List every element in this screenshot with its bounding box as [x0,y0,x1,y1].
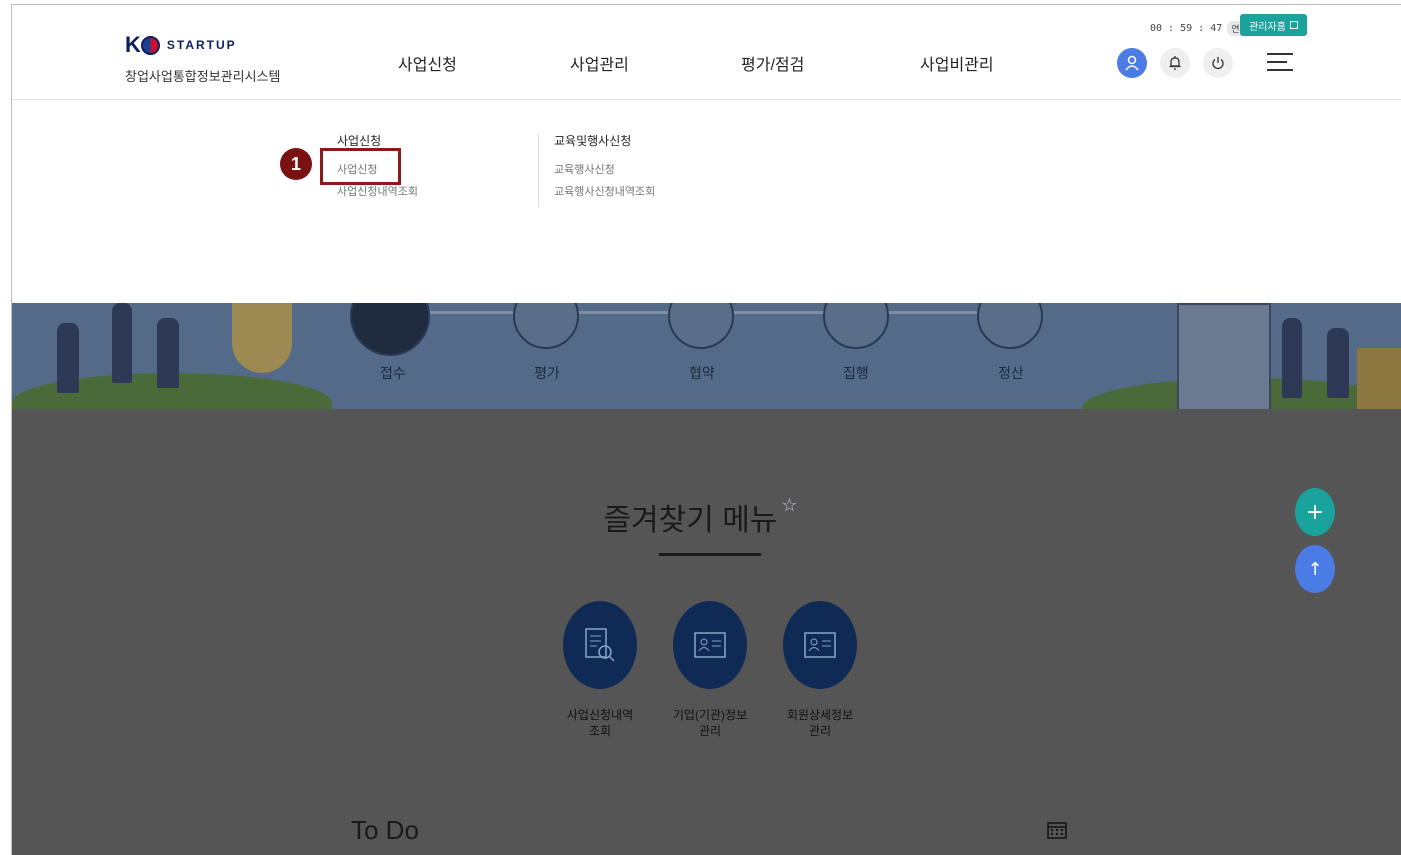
step-label: 평가 [534,365,560,381]
favorite-label: 기업(기관)정보 관리 [672,708,748,738]
document-search-icon [563,601,637,689]
id-card-icon [673,601,747,689]
external-link-icon [1289,21,1298,29]
session-timer: 00 : 59 : 47 연장 [1150,21,1252,36]
step-execution-icon [823,303,889,349]
step-number-badge: 1 [280,148,312,180]
todo-title: To Do [351,815,419,845]
admin-home-button[interactable]: 관리자홈 [1240,14,1307,36]
step-settlement-icon [977,303,1043,349]
board-illustration [1177,303,1271,409]
add-favorite-button[interactable]: + [1295,488,1335,536]
favorites-title-text: 즐겨찾기 메뉴 [603,504,778,537]
step-label: 협약 [689,365,715,381]
person-illustration [112,303,132,383]
coins-illustration [1357,348,1401,409]
menu-item-education-apply[interactable]: 교육행사신청 [554,159,655,181]
favorites-title: 즐겨찾기 메뉴 ☆ [0,495,1401,539]
logo-emblem-icon [140,35,160,55]
person-illustration [1327,328,1349,398]
person-illustration [57,323,79,393]
step-agreement-icon [668,303,734,349]
user-icon [1125,55,1139,71]
id-card-icon [783,601,857,689]
admin-home-label: 관리자홈 [1249,21,1286,33]
nav-budget-manage[interactable]: 사업비관리 [920,51,994,75]
menu-col-title: 교육및행사신청 [554,134,632,148]
notification-button[interactable] [1160,48,1190,78]
scroll-top-button[interactable]: ↑ [1295,545,1335,593]
person-illustration [1282,318,1302,398]
lightbulb-illustration [232,303,292,373]
favorite-apply-history[interactable]: 사업신청내역 조회 [555,601,645,739]
favorite-company-info[interactable]: 기업(기관)정보 관리 [665,601,755,739]
calendar-icon[interactable] [1047,821,1067,839]
logo-word: STARTUP [166,38,237,52]
timer-value: 00 : 59 : 47 [1150,23,1223,34]
menu-col-education: 교육및행사신청 교육행사신청 교육행사신청내역조회 [554,132,655,203]
step-evaluation-icon [513,303,579,349]
menu-item-education-history[interactable]: 교육행사신청내역조회 [554,181,655,203]
main-content-overlay: 즐겨찾기 메뉴 ☆ 사업신청내역 조회 기업(기관)정보 관리 회원상세정보 관리 To… [12,409,1401,855]
favorite-label: 사업신청내역 조회 [566,708,634,738]
nav-business-manage[interactable]: 사업관리 [570,51,629,75]
bell-icon [1169,56,1181,70]
mega-menu-dropdown: 사업신청 사업신청 사업신청내역조회 교육및행사신청 교육행사신청 교육행사신청… [12,100,1401,303]
menu-col-title: 사업신청 [337,134,382,148]
logout-button[interactable] [1203,48,1233,78]
step-label: 접수 [380,365,406,381]
nav-business-apply[interactable]: 사업신청 [398,51,457,75]
step-receipt-icon [350,303,430,356]
annotation-highlight-box [320,148,401,185]
nav-evaluation[interactable]: 평가/점검 [741,51,804,75]
system-subtitle: 창업사업통합정보관리시스템 [125,69,281,84]
favorite-label: 회원상세정보 관리 [786,708,854,738]
person-illustration [157,318,179,388]
power-icon [1212,57,1224,70]
hamburger-menu-icon[interactable] [1267,53,1293,73]
favorite-member-detail[interactable]: 회원상세정보 관리 [775,601,865,739]
menu-divider [538,134,539,207]
star-icon[interactable]: ☆ [781,495,797,515]
step-label: 집행 [843,365,869,381]
logo-k: K [125,32,141,57]
kstartup-logo[interactable]: K STARTUP [125,32,237,58]
user-button[interactable] [1117,48,1147,78]
favorites-underline [659,553,761,556]
header: K STARTUP 창업사업통합정보관리시스템 사업신청 사업관리 평가/점검 … [12,5,1401,100]
step-label: 정산 [998,365,1024,381]
process-banner: 접수 평가 협약 집행 정산 [12,303,1401,409]
